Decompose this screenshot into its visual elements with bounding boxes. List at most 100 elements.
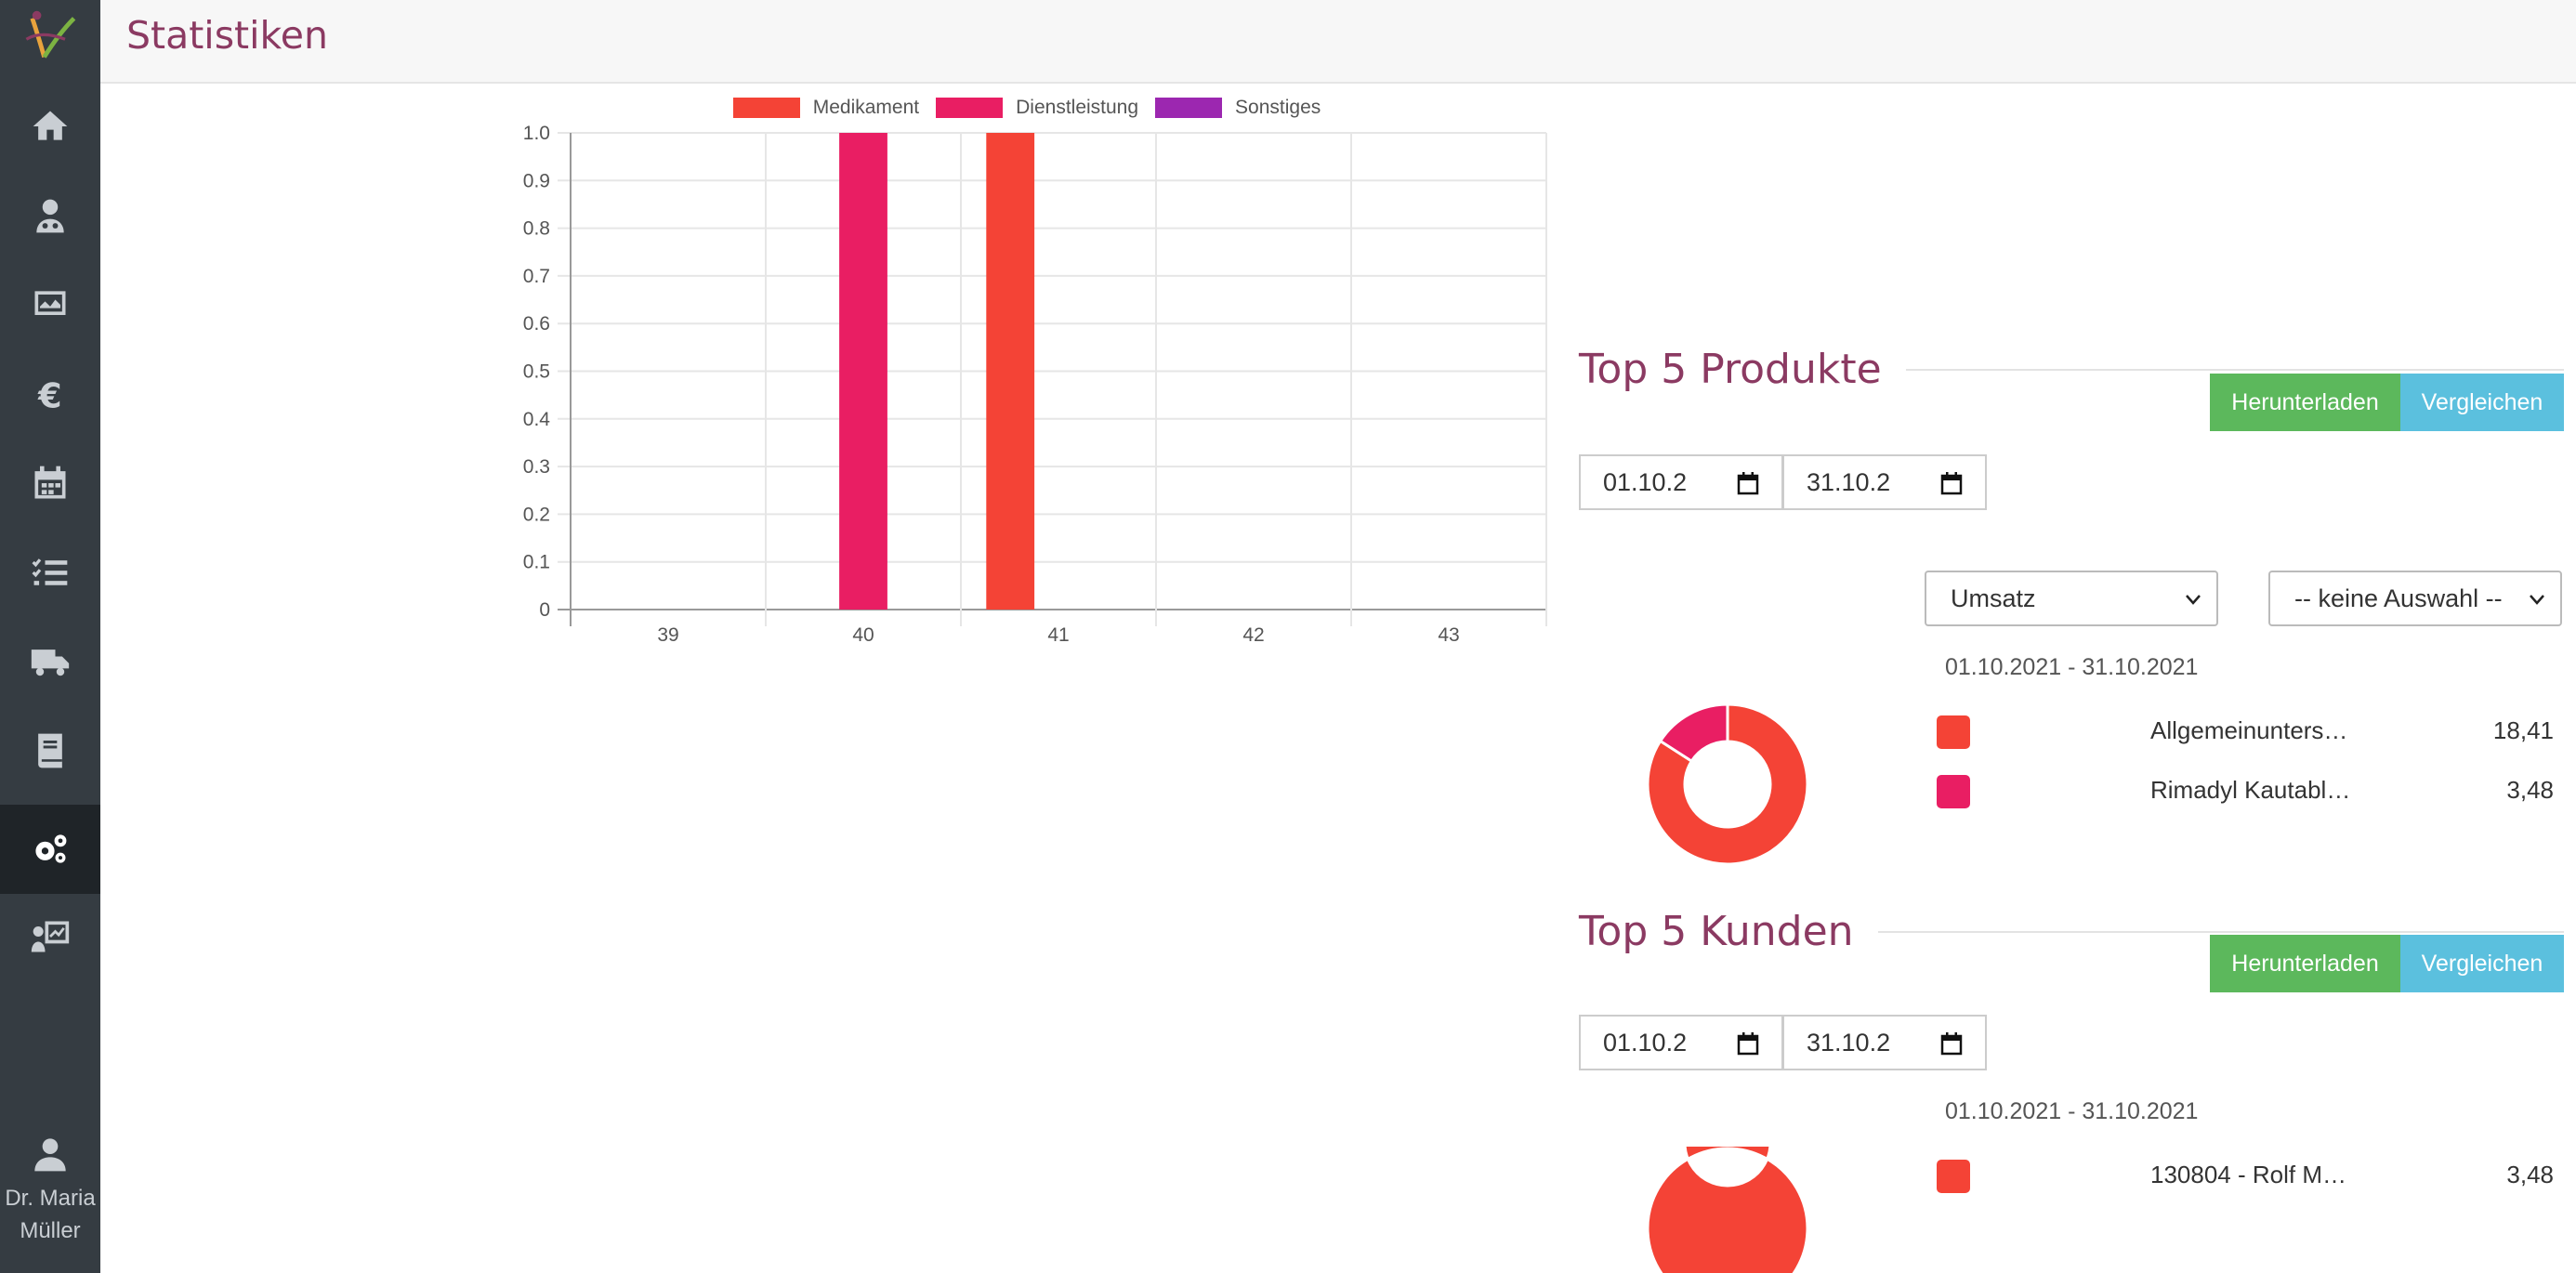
x-tick-label: 42 xyxy=(1242,624,1264,646)
bar-dienstleistung xyxy=(839,133,887,610)
date-to-value: 31.10.2 xyxy=(1807,1028,1891,1056)
euro-icon: € xyxy=(37,376,62,414)
top-products-title: Top 5 Produkte xyxy=(1579,346,1882,393)
top-customers-title: Top 5 Kunden xyxy=(1579,908,1854,955)
donut-slice[interactable] xyxy=(1646,1147,1809,1273)
chevron-down-icon xyxy=(2530,595,2544,605)
download-button[interactable]: Herunterladen xyxy=(2210,374,2400,431)
home-icon xyxy=(33,111,68,140)
customers-donut-chart xyxy=(1646,1147,1809,1273)
user-name-first: Dr. Maria xyxy=(5,1186,96,1211)
date-from-input[interactable]: 01.10.2 xyxy=(1579,454,1783,510)
x-tick-label: 41 xyxy=(1047,624,1069,646)
nav-settings[interactable] xyxy=(0,805,100,894)
header-bar: Statistiken xyxy=(100,0,2576,84)
date-range-label: 01.10.2021 - 31.10.2021 xyxy=(1945,1098,2199,1124)
legend-item-medikament[interactable]: Medikament xyxy=(732,97,920,119)
legend-label: Medikament xyxy=(812,97,920,118)
top-products-actions: Herunterladen Vergleichen xyxy=(2210,374,2564,431)
section-divider xyxy=(1877,930,2564,933)
user-profile[interactable]: Dr. Maria Müller xyxy=(0,1135,100,1247)
nav-finance[interactable]: € xyxy=(0,349,100,439)
date-range-label: 01.10.2021 - 31.10.2021 xyxy=(1945,654,2199,680)
user-icon xyxy=(34,1138,66,1172)
y-tick-label: 0.2 xyxy=(523,504,550,525)
filter-select-value: -- keine Auswahl -- xyxy=(2294,584,2503,612)
metric-select[interactable]: Umsatz xyxy=(1925,571,2218,626)
bar-medikament xyxy=(986,133,1035,610)
top-customers-actions: Herunterladen Vergleichen xyxy=(2210,935,2564,992)
y-tick-label: 0.7 xyxy=(523,266,550,287)
y-tick-label: 1.0 xyxy=(523,123,550,144)
legend-swatch xyxy=(936,98,1004,118)
nav-statistics[interactable] xyxy=(0,892,100,981)
date-to-input[interactable]: 31.10.2 xyxy=(1782,454,1987,510)
compare-button[interactable]: Vergleichen xyxy=(2400,935,2564,992)
bar-chart: 0 0.1 0.2 0.3 0.4 0.5 0.6 0.7 0.8 0.9 1.0 39 40 41 42 4… xyxy=(523,123,1547,646)
y-tick-label: 0.6 xyxy=(523,313,550,335)
products-donut-chart xyxy=(1646,702,1809,866)
user-name-last: Müller xyxy=(20,1218,81,1243)
customer-value: 3,48 xyxy=(2506,1161,2554,1188)
series-color-swatch xyxy=(1937,715,1970,749)
list-item[interactable]: Rimadyl Kautabl… 3,48 xyxy=(1937,770,2554,811)
app-logo[interactable] xyxy=(0,0,100,72)
checklist-icon xyxy=(32,558,68,585)
list-item[interactable]: 130804 - Rolf M… 3,48 xyxy=(1937,1155,2554,1196)
nav-patients[interactable] xyxy=(0,171,100,260)
calendar-icon xyxy=(34,466,66,499)
nav-journal[interactable] xyxy=(0,706,100,795)
metric-select-value: Umsatz xyxy=(1951,584,2036,612)
calendar-picker-icon[interactable] xyxy=(1737,1031,1759,1056)
y-tick-label: 0 xyxy=(539,599,550,621)
product-value: 18,41 xyxy=(2492,716,2554,744)
gears-icon xyxy=(35,834,67,863)
date-to-value: 31.10.2 xyxy=(1807,467,1891,496)
filter-select[interactable]: -- keine Auswahl -- xyxy=(2268,571,2562,626)
product-name: Allgemeinunters… xyxy=(2150,716,2348,744)
y-tick-label: 0.4 xyxy=(523,409,551,430)
x-tick-label: 40 xyxy=(852,624,874,646)
date-from-value: 01.10.2 xyxy=(1603,467,1688,496)
page-title: Statistiken xyxy=(126,13,329,58)
compare-button[interactable]: Vergleichen xyxy=(2400,374,2564,431)
truck-icon xyxy=(31,650,70,676)
calendar-picker-icon[interactable] xyxy=(1940,471,1963,495)
chevron-down-icon xyxy=(2186,595,2201,605)
legend-item-sonstiges[interactable]: Sonstiges xyxy=(1155,97,1321,119)
series-color-swatch xyxy=(1937,1160,1970,1193)
customer-name: 130804 - Rolf M… xyxy=(2150,1161,2346,1188)
nav-tasks[interactable] xyxy=(0,528,100,617)
product-value: 3,48 xyxy=(2506,776,2554,804)
y-tick-label: 0.1 xyxy=(523,552,550,573)
y-tick-label: 0.8 xyxy=(523,218,550,240)
nav-delivery[interactable] xyxy=(0,617,100,706)
product-name: Rimadyl Kautabl… xyxy=(2150,776,2351,804)
date-from-input[interactable]: 01.10.2 xyxy=(1579,1015,1783,1070)
date-to-input[interactable]: 31.10.2 xyxy=(1782,1015,1987,1070)
book-icon xyxy=(38,733,62,768)
bar-chart-panel: 0 0.1 0.2 0.3 0.4 0.5 0.6 0.7 0.8 0.9 1.0 39 40 41 42 4… xyxy=(502,84,1552,678)
series-color-swatch xyxy=(1937,775,1970,808)
nav-calendar[interactable] xyxy=(0,439,100,528)
y-tick-label: 0.9 xyxy=(523,170,550,191)
monitor-chart-icon xyxy=(34,291,66,315)
calendar-picker-icon[interactable] xyxy=(1737,471,1759,495)
x-tick-label: 39 xyxy=(657,624,678,646)
presentation-chart-icon xyxy=(31,921,70,952)
chart-legend: Medikament Dienstleistung Sonstiges xyxy=(502,97,1552,119)
svg-text:€: € xyxy=(37,376,62,414)
y-tick-label: 0.3 xyxy=(523,456,550,478)
legend-swatch xyxy=(732,98,800,118)
section-divider xyxy=(1905,368,2564,371)
x-tick-label: 43 xyxy=(1438,624,1459,646)
legend-label: Sonstiges xyxy=(1235,97,1321,118)
download-button[interactable]: Herunterladen xyxy=(2210,935,2400,992)
logo-icon xyxy=(25,10,76,59)
legend-item-dienstleistung[interactable]: Dienstleistung xyxy=(936,97,1138,119)
y-tick-label: 0.5 xyxy=(523,361,550,383)
nav-monitor[interactable] xyxy=(0,260,100,349)
calendar-picker-icon[interactable] xyxy=(1940,1031,1963,1056)
list-item[interactable]: Allgemeinunters… 18,41 xyxy=(1937,711,2554,752)
nav-home[interactable] xyxy=(0,82,100,171)
